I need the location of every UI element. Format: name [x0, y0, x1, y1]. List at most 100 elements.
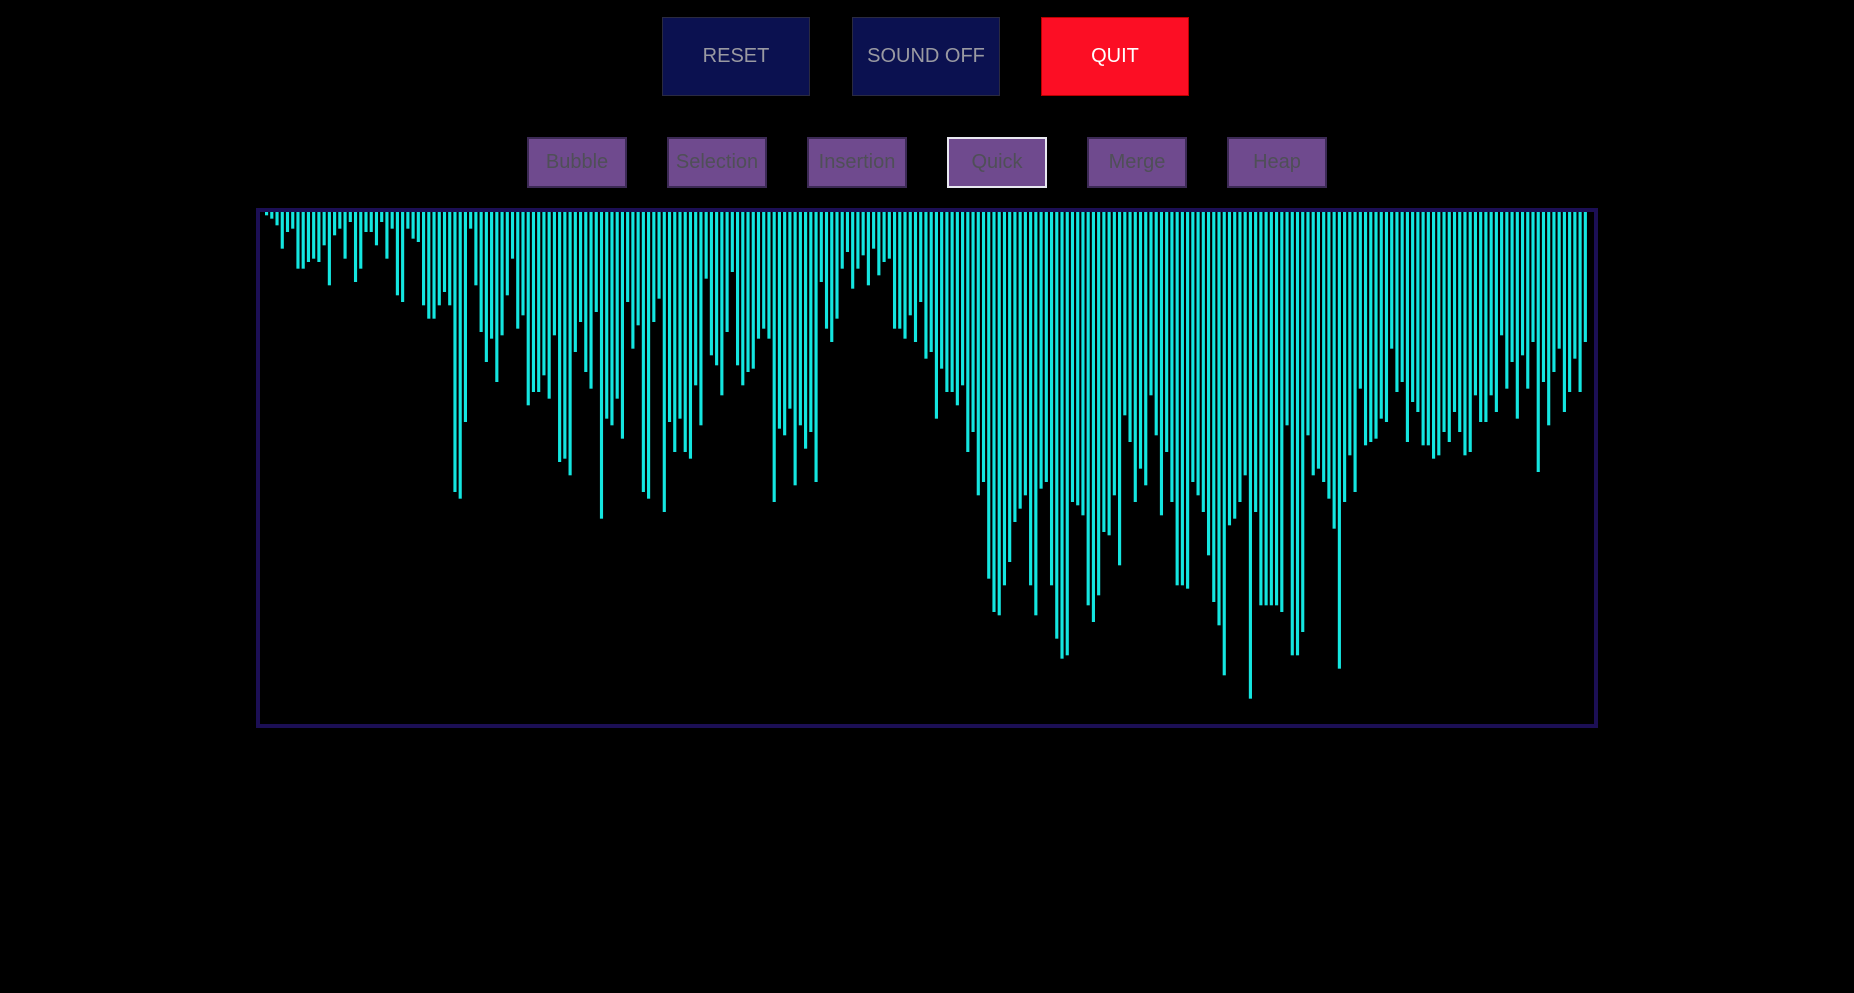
sort-bar	[1295, 212, 1300, 656]
sort-bar	[306, 212, 311, 262]
sort-bar	[1306, 212, 1310, 436]
sort-bar	[898, 212, 902, 329]
sort-bar	[1384, 212, 1389, 422]
sort-bar	[453, 212, 457, 492]
sort-bar	[945, 212, 949, 392]
sort-bar	[1468, 212, 1472, 452]
sort-bar	[338, 212, 342, 229]
sort-bar	[1557, 212, 1561, 349]
sort-bar	[1086, 212, 1090, 606]
sort-bar	[448, 212, 452, 306]
sort-bar	[1175, 212, 1179, 586]
sort-bar	[1191, 212, 1195, 482]
reset-button[interactable]: RESET	[662, 17, 810, 96]
sort-bar	[526, 212, 530, 406]
sort-bar	[510, 212, 515, 259]
sort-bar	[578, 212, 583, 322]
algo-button-insertion[interactable]: Insertion	[807, 137, 907, 188]
sort-bar	[584, 212, 588, 372]
sort-bar	[1201, 212, 1205, 512]
sort-bar	[783, 212, 787, 436]
sort-bar	[1400, 212, 1404, 382]
sort-bar	[589, 212, 593, 389]
sound-toggle-button[interactable]: SOUND OFF	[852, 17, 1000, 96]
sort-bar	[1165, 212, 1169, 452]
sort-bar	[1489, 212, 1493, 396]
sort-bar	[1505, 212, 1509, 389]
sort-bar	[709, 212, 713, 356]
sort-bar	[1348, 212, 1352, 456]
sort-bar	[1332, 212, 1336, 529]
sort-bar	[395, 212, 399, 296]
sort-bar	[495, 212, 499, 382]
sort-bar	[401, 212, 405, 302]
sort-bar	[469, 212, 473, 229]
sort-bar	[694, 212, 698, 386]
sort-bar	[369, 212, 373, 232]
control-bar: RESET SOUND OFF QUIT	[0, 17, 1854, 98]
sort-bar	[1029, 212, 1033, 586]
sort-bar	[929, 212, 933, 352]
sort-bar	[265, 212, 269, 216]
sort-bar	[955, 212, 959, 406]
sort-bar	[432, 212, 436, 319]
sort-bar	[746, 212, 750, 372]
sort-bar	[866, 212, 870, 286]
sort-bar	[673, 212, 677, 452]
sort-bar	[301, 212, 305, 269]
sort-bar	[1479, 212, 1483, 422]
sort-bar	[1562, 212, 1566, 412]
sort-bar	[280, 212, 284, 249]
sort-bar	[1264, 212, 1268, 606]
sort-bar	[1102, 212, 1106, 532]
sort-bar	[385, 212, 389, 259]
sort-bar	[903, 212, 907, 339]
sort-bar	[788, 212, 792, 409]
sort-bar	[1353, 212, 1357, 492]
sort-bar	[1515, 212, 1519, 419]
sort-bar	[971, 212, 975, 432]
sort-bar	[458, 212, 462, 499]
sort-bar	[1217, 212, 1221, 626]
sort-bar	[547, 212, 551, 399]
algo-button-heap[interactable]: Heap	[1227, 137, 1327, 188]
sort-bar	[1290, 212, 1294, 656]
sort-bar	[291, 212, 295, 229]
sort-bar	[840, 212, 844, 269]
sort-bar	[1494, 212, 1498, 412]
sort-bar	[720, 212, 724, 396]
quit-button[interactable]: QUIT	[1041, 17, 1189, 96]
sort-bar	[892, 212, 897, 329]
sort-bar	[1463, 212, 1467, 456]
algo-button-quick[interactable]: Quick	[947, 137, 1047, 188]
sort-bar	[715, 212, 719, 366]
sort-bar	[678, 212, 682, 419]
algo-button-selection[interactable]: Selection	[667, 137, 767, 188]
sort-bar	[1275, 212, 1279, 606]
sort-bar	[1044, 212, 1048, 482]
sort-bar	[830, 212, 834, 342]
algo-button-merge[interactable]: Merge	[1087, 137, 1187, 188]
sort-bar	[997, 212, 1001, 616]
sort-bar	[1316, 212, 1321, 469]
sort-bar	[1358, 212, 1362, 389]
sort-bar	[741, 212, 745, 386]
sort-bar	[1133, 212, 1137, 502]
sort-bar	[699, 212, 703, 426]
sort-bar	[751, 212, 755, 369]
sort-bar	[1180, 212, 1184, 586]
sort-bar	[704, 212, 708, 279]
sort-bar	[516, 212, 520, 329]
sort-bar	[270, 212, 274, 219]
sort-bar	[374, 212, 379, 246]
sort-bar	[484, 212, 488, 362]
sort-bar	[1149, 212, 1153, 396]
algo-button-bubble[interactable]: Bubble	[527, 137, 627, 188]
sort-bar	[1097, 212, 1101, 596]
sort-bar	[442, 212, 447, 292]
sort-bar	[1227, 212, 1232, 526]
sort-bar	[594, 212, 598, 312]
sort-bar	[1081, 212, 1085, 516]
sort-bar	[1123, 212, 1127, 416]
sort-bar	[756, 212, 761, 339]
